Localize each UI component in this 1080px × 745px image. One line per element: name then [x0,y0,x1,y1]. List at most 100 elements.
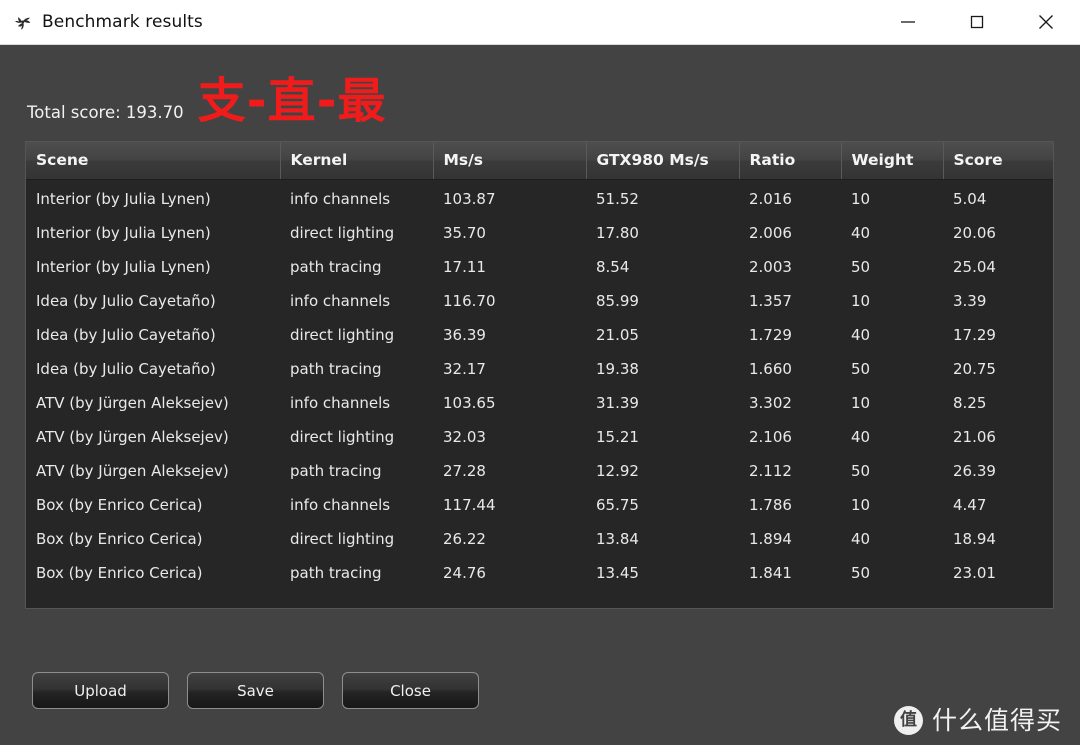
cell-ms: 17.11 [433,250,586,284]
cell-weight: 10 [841,284,943,318]
cell-weight: 50 [841,250,943,284]
cell-kernel: info channels [280,488,433,522]
cell-scene: Interior (by Julia Lynen) [26,179,280,216]
summary-row: Total score: 193.70 支-直-最 [27,77,387,125]
column-header-ratio[interactable]: Ratio [739,142,842,180]
cell-gtx980: 85.99 [586,284,739,318]
close-icon [1038,15,1053,29]
column-header-weight[interactable]: Weight [841,142,944,180]
table-row[interactable]: Box (by Enrico Cerica) info channels 117… [26,488,1053,522]
cell-scene: Idea (by Julio Cayetaño) [26,352,280,386]
table-row[interactable]: Box (by Enrico Cerica) direct lighting 2… [26,522,1053,556]
cell-ratio: 2.016 [739,179,841,216]
column-header-kernel[interactable]: Kernel [280,142,434,180]
cell-score: 20.75 [943,352,1053,386]
watermark: 值 什么值得买 [893,706,1062,735]
cell-score: 26.39 [943,454,1053,488]
table-row[interactable]: Idea (by Julio Cayetaño) path tracing 32… [26,352,1053,386]
cell-ms: 116.70 [433,284,586,318]
cell-weight: 50 [841,556,943,590]
table-row[interactable]: Interior (by Julia Lynen) direct lightin… [26,216,1053,250]
table-row[interactable]: Idea (by Julio Cayetaño) direct lighting… [26,318,1053,352]
cell-kernel: info channels [280,284,433,318]
table-row[interactable]: ATV (by Jürgen Aleksejev) info channels … [26,386,1053,420]
table-row[interactable]: Box (by Enrico Cerica) path tracing 24.7… [26,556,1053,590]
table-header-row: Scene Kernel Ms/s GTX980 Ms/s Ratio Weig… [26,142,1053,180]
cell-ratio: 1.660 [739,352,841,386]
table-row[interactable]: Interior (by Julia Lynen) info channels … [26,179,1053,216]
cell-ms: 32.17 [433,352,586,386]
cell-ratio: 2.003 [739,250,841,284]
table-row[interactable]: Interior (by Julia Lynen) path tracing 1… [26,250,1053,284]
cell-scene: ATV (by Jürgen Aleksejev) [26,454,280,488]
cell-scene: Interior (by Julia Lynen) [26,250,280,284]
cell-kernel: path tracing [280,352,433,386]
cell-kernel: path tracing [280,250,433,284]
cell-gtx980: 31.39 [586,386,739,420]
maximize-icon [970,15,983,29]
save-button[interactable]: Save [187,672,324,709]
watermark-logo-icon: 值 [893,706,923,735]
cell-gtx980: 8.54 [586,250,739,284]
close-dialog-button[interactable]: Close [342,672,479,709]
cell-kernel: info channels [280,179,433,216]
cell-ratio: 2.106 [739,420,841,454]
minimize-icon [900,21,915,23]
window-body: Total score: 193.70 支-直-最 Scene Kernel M… [0,45,1080,745]
cell-score: 25.04 [943,250,1053,284]
column-header-ms[interactable]: Ms/s [433,142,587,180]
cell-scene: Idea (by Julio Cayetaño) [26,318,280,352]
cell-ms: 26.22 [433,522,586,556]
cell-ratio: 1.729 [739,318,841,352]
cell-score: 5.04 [943,179,1053,216]
cell-scene: Box (by Enrico Cerica) [26,488,280,522]
results-table-container: Scene Kernel Ms/s GTX980 Ms/s Ratio Weig… [25,141,1054,609]
cell-gtx980: 19.38 [586,352,739,386]
cell-scene: ATV (by Jürgen Aleksejev) [26,386,280,420]
cell-scene: Interior (by Julia Lynen) [26,216,280,250]
cell-kernel: info channels [280,386,433,420]
cell-gtx980: 12.92 [586,454,739,488]
cell-kernel: direct lighting [280,216,433,250]
cell-ms: 103.65 [433,386,586,420]
table-bottom-spacer [26,590,1053,608]
table-body: Interior (by Julia Lynen) info channels … [26,179,1053,608]
cell-ratio: 2.112 [739,454,841,488]
results-table: Scene Kernel Ms/s GTX980 Ms/s Ratio Weig… [26,142,1053,608]
cell-weight: 40 [841,420,943,454]
total-score-label: Total score: 193.70 [27,102,184,122]
cell-ratio: 2.006 [739,216,841,250]
cell-scene: Idea (by Julio Cayetaño) [26,284,280,318]
minimize-button[interactable] [873,0,942,44]
benchmark-results-window: Benchmark results Total score: 193.70 支-… [0,0,1080,745]
cell-scene: ATV (by Jürgen Aleksejev) [26,420,280,454]
table-row[interactable]: ATV (by Jürgen Aleksejev) direct lightin… [26,420,1053,454]
cell-kernel: direct lighting [280,522,433,556]
cell-score: 4.47 [943,488,1053,522]
cell-ms: 24.76 [433,556,586,590]
cell-ms: 35.70 [433,216,586,250]
upload-button[interactable]: Upload [32,672,169,709]
cell-gtx980: 13.84 [586,522,739,556]
cell-score: 8.25 [943,386,1053,420]
cell-kernel: path tracing [280,454,433,488]
cell-score: 23.01 [943,556,1053,590]
cell-ratio: 1.841 [739,556,841,590]
cell-ms: 117.44 [433,488,586,522]
cell-ms: 27.28 [433,454,586,488]
table-row[interactable]: ATV (by Jürgen Aleksejev) path tracing 2… [26,454,1053,488]
column-header-scene[interactable]: Scene [26,142,281,180]
close-button[interactable] [1011,0,1080,44]
cell-ms: 103.87 [433,179,586,216]
watermark-text: 什么值得买 [931,706,1062,735]
table-row[interactable]: Idea (by Julio Cayetaño) info channels 1… [26,284,1053,318]
column-header-gtx980[interactable]: GTX980 Ms/s [586,142,740,180]
cell-score: 3.39 [943,284,1053,318]
column-header-score[interactable]: Score [943,142,1053,180]
maximize-button[interactable] [942,0,1011,44]
cell-weight: 10 [841,488,943,522]
cell-ratio: 3.302 [739,386,841,420]
cell-weight: 40 [841,318,943,352]
cell-scene: Box (by Enrico Cerica) [26,556,280,590]
title-bar: Benchmark results [0,0,1080,45]
